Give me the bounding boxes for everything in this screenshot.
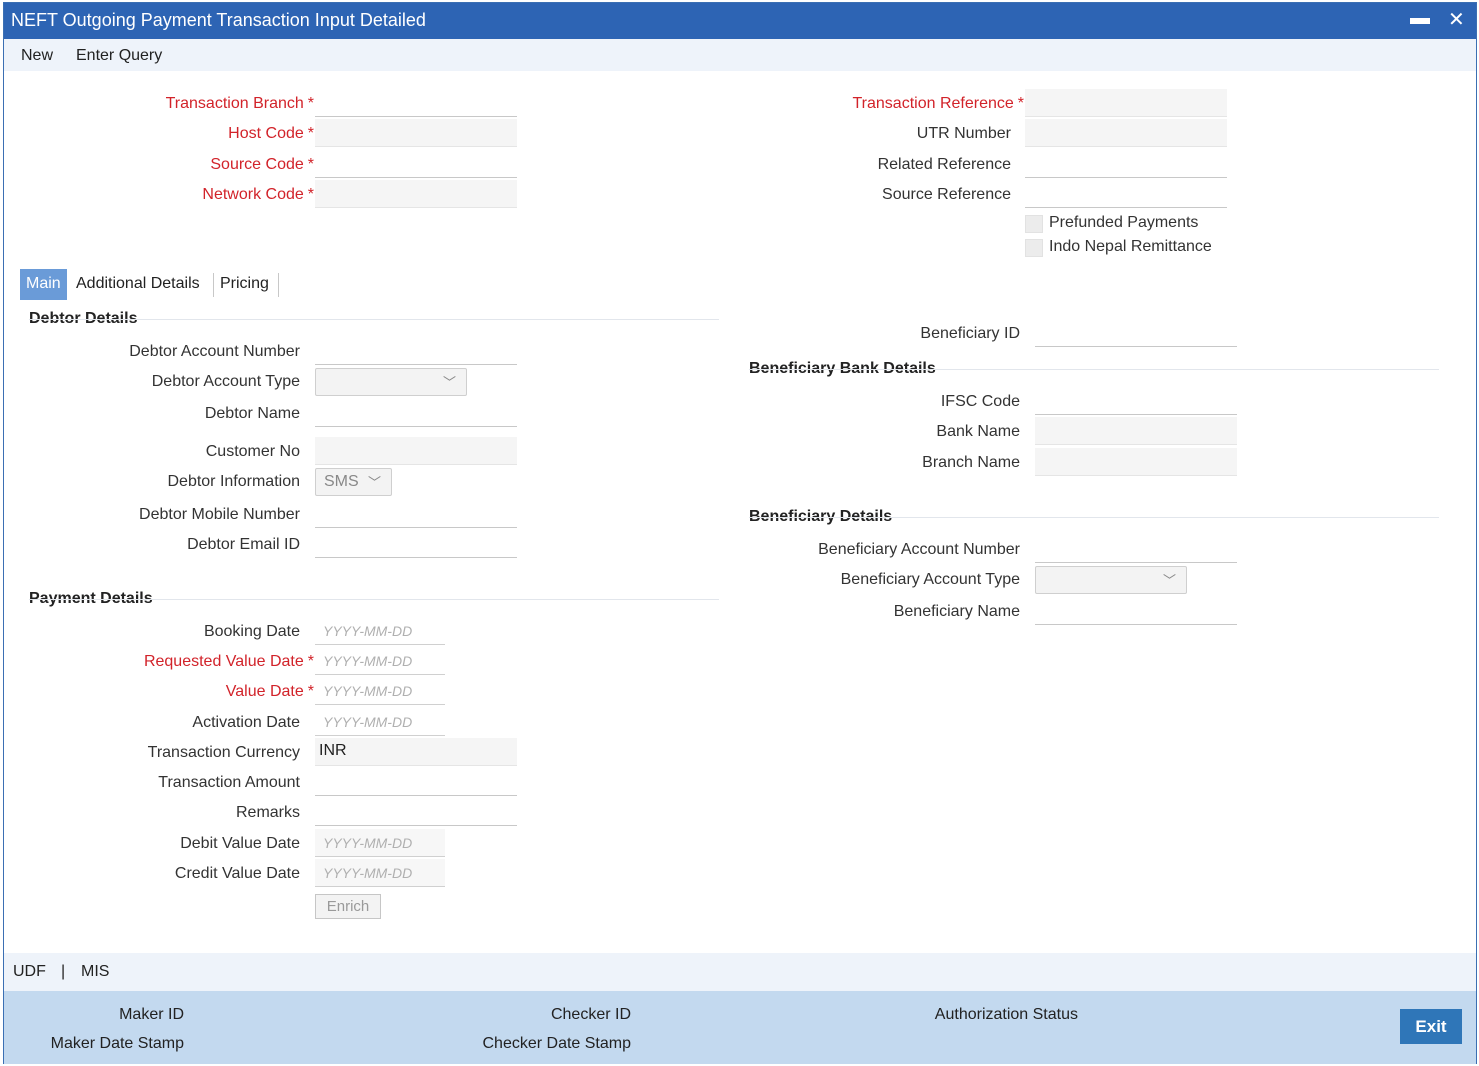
transaction-reference-label: Transaction Reference * — [852, 95, 1025, 112]
tab-pricing[interactable]: Pricing — [214, 269, 275, 300]
beneficiary-name-input[interactable] — [1035, 597, 1237, 625]
divider — [29, 599, 719, 600]
chevron-down-icon: ﹀ — [367, 475, 381, 490]
divider — [749, 369, 1439, 370]
maker-id-label: Maker ID — [119, 1006, 184, 1023]
chevron-down-icon: ﹀ — [442, 375, 456, 390]
host-code-input[interactable] — [315, 119, 517, 147]
debtor-name-input[interactable] — [315, 399, 517, 427]
window-title: NEFT Outgoing Payment Transaction Input … — [11, 10, 426, 30]
customer-no-input[interactable] — [315, 437, 517, 465]
debtor-account-number-label: Debtor Account Number — [129, 343, 300, 360]
debtor-name-label: Debtor Name — [204, 405, 300, 422]
transaction-branch-input[interactable] — [315, 89, 517, 117]
booking-date-label: Booking Date — [203, 623, 300, 640]
menu-new[interactable]: New — [21, 47, 53, 65]
chevron-down-icon: ﹀ — [1162, 573, 1176, 588]
menu-enter-query[interactable]: Enter Query — [76, 47, 162, 65]
beneficiary-account-number-label: Beneficiary Account Number — [818, 541, 1020, 558]
debtor-account-type-label: Debtor Account Type — [151, 373, 300, 390]
enrich-button[interactable]: Enrich — [315, 894, 381, 919]
debtor-account-number-input[interactable] — [315, 337, 517, 365]
debtor-account-type-select[interactable]: ﹀ — [315, 368, 467, 396]
debtor-information-select[interactable]: SMS ﹀ — [315, 468, 392, 496]
tab-additional-details[interactable]: Additional Details — [70, 269, 206, 300]
audit-bar: Maker ID Maker Date Stamp Checker ID Che… — [4, 991, 1476, 1064]
related-reference-input[interactable] — [1025, 150, 1227, 178]
checker-date-stamp-label: Checker Date Stamp — [482, 1035, 631, 1052]
prefunded-payments-checkbox[interactable] — [1025, 215, 1043, 233]
debtor-information-value: SMS — [324, 473, 359, 490]
udf-mis-bar: UDF | MIS — [4, 953, 1476, 991]
tab-main[interactable]: Main — [20, 269, 67, 300]
divider — [749, 517, 1439, 518]
authorization-status-label: Authorization Status — [934, 1006, 1078, 1023]
bank-name-label: Bank Name — [936, 423, 1020, 440]
branch-name-input[interactable] — [1035, 448, 1237, 476]
beneficiary-id-input[interactable] — [1035, 319, 1237, 347]
menu-bar: New Enter Query — [4, 39, 1476, 71]
footer-separator: | — [61, 963, 66, 980]
debit-value-date-label: Debit Value Date — [180, 835, 300, 852]
source-code-label: Source Code * — [210, 156, 314, 173]
debtor-email-id-input[interactable] — [315, 530, 517, 558]
activation-date-label: Activation Date — [192, 714, 300, 731]
customer-no-label: Customer No — [205, 443, 300, 460]
credit-value-date-label: Credit Value Date — [174, 865, 300, 882]
close-icon[interactable]: ✕ — [1448, 7, 1465, 32]
debtor-email-id-label: Debtor Email ID — [187, 536, 300, 553]
beneficiary-name-label: Beneficiary Name — [893, 603, 1020, 620]
title-bar: NEFT Outgoing Payment Transaction Input … — [4, 3, 1476, 39]
divider — [29, 319, 719, 320]
remarks-label: Remarks — [235, 804, 300, 821]
transaction-currency-label: Transaction Currency — [147, 744, 300, 761]
network-code-label: Network Code * — [202, 186, 314, 203]
debit-value-date-input[interactable]: YYYY-MM-DD — [315, 829, 445, 857]
ifsc-code-input[interactable] — [1035, 387, 1237, 415]
indo-nepal-remittance-label: Indo Nepal Remittance — [1049, 238, 1212, 255]
prefunded-payments-label: Prefunded Payments — [1049, 214, 1199, 231]
host-code-label: Host Code * — [228, 125, 314, 142]
utr-number-input[interactable] — [1025, 119, 1227, 147]
transaction-branch-label: Transaction Branch * — [165, 95, 314, 112]
value-date-input[interactable]: YYYY-MM-DD — [315, 677, 445, 705]
network-code-input[interactable] — [315, 180, 517, 208]
tab-separator — [278, 273, 279, 297]
activation-date-input[interactable]: YYYY-MM-DD — [315, 708, 445, 736]
source-reference-label: Source Reference — [882, 186, 1011, 203]
neft-outgoing-window: NEFT Outgoing Payment Transaction Input … — [3, 2, 1477, 1064]
indo-nepal-remittance-checkbox[interactable] — [1025, 239, 1043, 257]
source-code-input[interactable] — [315, 150, 517, 178]
maker-date-stamp-label: Maker Date Stamp — [50, 1035, 184, 1052]
related-reference-label: Related Reference — [877, 156, 1011, 173]
branch-name-label: Branch Name — [922, 454, 1020, 471]
transaction-amount-label: Transaction Amount — [158, 774, 300, 791]
beneficiary-account-type-select[interactable]: ﹀ — [1035, 566, 1187, 594]
remarks-input[interactable] — [315, 798, 517, 826]
exit-button[interactable]: Exit — [1400, 1009, 1462, 1044]
transaction-reference-input[interactable] — [1025, 89, 1227, 117]
utr-number-label: UTR Number — [916, 125, 1011, 142]
transaction-currency-input[interactable]: INR — [315, 738, 517, 766]
ifsc-code-label: IFSC Code — [940, 393, 1020, 410]
beneficiary-account-type-label: Beneficiary Account Type — [840, 571, 1020, 588]
bank-name-input[interactable] — [1035, 417, 1237, 445]
requested-value-date-input[interactable]: YYYY-MM-DD — [315, 647, 445, 675]
mis-link[interactable]: MIS — [81, 963, 109, 981]
value-date-label: Value Date * — [225, 683, 314, 700]
debtor-information-label: Debtor Information — [167, 473, 300, 490]
transaction-amount-input[interactable] — [315, 768, 517, 796]
beneficiary-id-label: Beneficiary ID — [920, 325, 1020, 342]
source-reference-input[interactable] — [1025, 180, 1227, 208]
debtor-mobile-number-label: Debtor Mobile Number — [139, 506, 300, 523]
beneficiary-account-number-input[interactable] — [1035, 535, 1237, 563]
debtor-mobile-number-input[interactable] — [315, 500, 517, 528]
requested-value-date-label: Requested Value Date * — [143, 653, 314, 670]
booking-date-input[interactable]: YYYY-MM-DD — [315, 617, 445, 645]
checker-id-label: Checker ID — [550, 1006, 631, 1023]
credit-value-date-input[interactable]: YYYY-MM-DD — [315, 859, 445, 887]
udf-link[interactable]: UDF — [13, 963, 46, 981]
minimize-icon[interactable]: ▬ — [1410, 7, 1430, 30]
